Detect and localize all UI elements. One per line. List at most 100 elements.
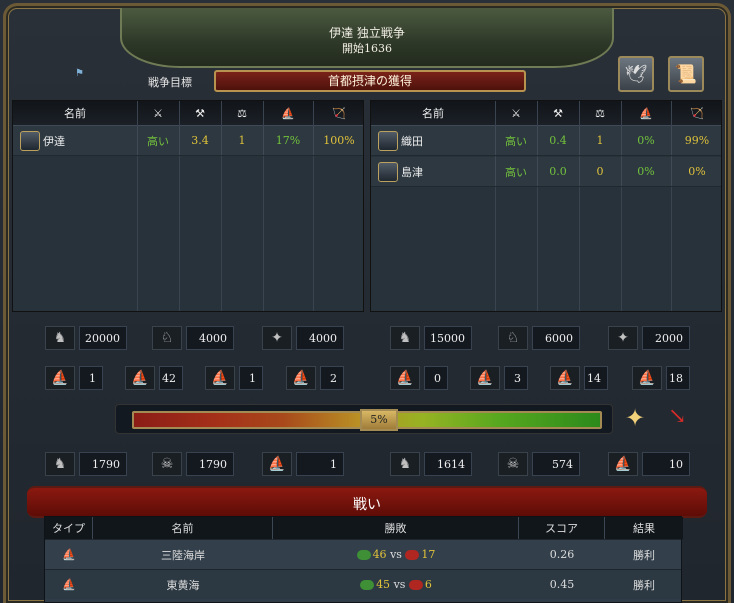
table-row[interactable]: 織田 高い 0.4 1 0% 99%	[371, 126, 721, 156]
war-score-bar-wrap: 5%	[115, 404, 613, 434]
header-score: スコア	[519, 517, 605, 539]
skull-icon: ☠	[152, 452, 182, 476]
table-row[interactable]: 島津 高い 0.0 0 0% 0%	[371, 157, 721, 187]
right-naval-losses: ⛵ 10	[608, 452, 690, 476]
header-morale: 🏹	[332, 106, 346, 120]
left-light-ship: ⛵ 42	[125, 366, 183, 390]
peace-button[interactable]: 🕊	[618, 56, 654, 92]
header-siege: ⚒	[553, 106, 563, 120]
soldier-icon: ♞	[390, 452, 420, 476]
red-arrow-icon[interactable]: ↘	[668, 404, 686, 429]
right-attrition-losses: ☠ 574	[498, 452, 580, 476]
scroll-button[interactable]: 📜	[668, 56, 704, 92]
header-balance: ⚖	[237, 106, 247, 120]
header-morale: 🏹	[690, 106, 704, 120]
war-title: 伊達 独立戦争	[329, 26, 405, 40]
right-light-ship: ⛵ 3	[470, 366, 528, 390]
swords-icon[interactable]: ✦	[625, 404, 645, 432]
stat-siege: 0.0	[549, 165, 567, 178]
left-galley: ⛵ 1	[205, 366, 263, 390]
left-infantry-stat: ♞ 20000	[45, 326, 127, 350]
stat-morale: 99%	[684, 134, 710, 147]
soldier-icon: ♞	[45, 452, 75, 476]
battles-title: 戦い	[353, 497, 381, 513]
battle-name: 東黄海	[166, 578, 200, 592]
stat-balance: 0	[596, 165, 604, 178]
transport-icon: ⛵	[286, 366, 316, 390]
battles-table: タイプ 名前 勝敗 スコア 結果 ⛵ 三陸海岸 46 vs 17 0.26 勝利…	[44, 516, 683, 603]
stat-morale: 0%	[688, 165, 706, 178]
battle-outcome: 45 vs 6	[273, 570, 519, 599]
header-name: 名前	[422, 107, 444, 120]
galley-icon: ⛵	[550, 366, 580, 390]
country-flag-icon	[20, 131, 40, 151]
war-goal[interactable]: 首都摂津の獲得	[214, 70, 526, 92]
battle-type-icon: ⛵	[62, 578, 76, 591]
header-name: 名前	[93, 517, 273, 539]
participant-name: 織田	[401, 134, 423, 148]
stat-navy: 0%	[637, 134, 655, 147]
left-naval-losses: ⛵ 1	[262, 452, 344, 476]
right-galley: ⛵ 14	[550, 366, 608, 390]
battle-outcome: 46 vs 17	[273, 540, 519, 569]
right-infantry-stat: ♞ 15000	[390, 326, 472, 350]
header-outcome: 勝敗	[273, 517, 519, 539]
right-transport: ⛵ 18	[632, 366, 690, 390]
header-siege: ⚒	[195, 106, 205, 120]
galley-icon: ⛵	[205, 366, 235, 390]
stat-combat: 高い	[147, 134, 169, 148]
table-row[interactable]: 伊達 高い 3.4 1 17% 100%	[13, 126, 363, 156]
stat-balance: 1	[238, 134, 246, 147]
header-combat: ⚔	[511, 106, 521, 120]
stat-siege: 0.4	[549, 134, 567, 147]
stat-navy: 0%	[637, 165, 655, 178]
battle-score: 0.45	[549, 578, 575, 591]
header-navy: ⛵	[281, 106, 295, 120]
header-type: タイプ	[45, 517, 93, 539]
battle-score: 0.26	[549, 548, 575, 561]
ship-icon: ⛵	[45, 366, 75, 390]
ship-icon: ⛵	[608, 452, 638, 476]
left-table-header: 名前 ⚔ ⚒ ⚖ ⛵ 🏹	[13, 101, 363, 126]
ship-icon: ⛵	[262, 452, 292, 476]
stat-morale: 100%	[323, 134, 355, 147]
war-start: 開始1636	[342, 42, 392, 55]
skull-icon: ☠	[498, 452, 528, 476]
table-row[interactable]: ⛵ 三陸海岸 46 vs 17 0.26 勝利	[45, 539, 681, 569]
ship-icon: ⛵	[125, 366, 155, 390]
participant-name: 伊達	[43, 134, 65, 148]
artillery-icon: ✦	[608, 326, 638, 350]
right-cavalry-stat: ♘ 6000	[498, 326, 580, 350]
left-heavy-ship: ⛵ 1	[45, 366, 103, 390]
table-row[interactable]: ⛵ 東黄海 45 vs 6 0.45 勝利	[45, 569, 681, 599]
infantry-icon: ♞	[390, 326, 420, 350]
participant-name: 島津	[401, 165, 423, 179]
battle-name: 三陸海岸	[161, 548, 205, 562]
ship-icon: ⛵	[390, 366, 420, 390]
war-goal-label: 戦争目標	[148, 76, 192, 89]
left-cavalry-stat: ♘ 4000	[152, 326, 234, 350]
header-combat: ⚔	[153, 106, 163, 120]
flag-icon[interactable]: ⚑	[75, 68, 84, 79]
right-land-losses: ♞ 1614	[390, 452, 472, 476]
stat-combat: 高い	[505, 165, 527, 179]
battle-result: 勝利	[633, 548, 655, 562]
stat-siege: 3.4	[191, 134, 209, 147]
header-balance: ⚖	[595, 106, 605, 120]
right-panel: 名前 ⚔ ⚒ ⚖ ⛵ 🏹 織田 高い 0.4 1 0% 99% 島津 高い 0.…	[370, 100, 722, 312]
left-land-losses: ♞ 1790	[45, 452, 127, 476]
stat-combat: 高い	[505, 134, 527, 148]
ship-icon: ⛵	[470, 366, 500, 390]
cavalry-icon: ♘	[498, 326, 528, 350]
battle-result: 勝利	[633, 578, 655, 592]
battle-type-icon: ⛵	[62, 548, 76, 561]
right-heavy-ship: ⛵ 0	[390, 366, 448, 390]
artillery-icon: ✦	[262, 326, 292, 350]
transport-icon: ⛵	[632, 366, 662, 390]
right-table-header: 名前 ⚔ ⚒ ⚖ ⛵ 🏹	[371, 101, 721, 126]
header-navy: ⛵	[639, 106, 653, 120]
left-transport: ⛵ 2	[286, 366, 344, 390]
cavalry-icon: ♘	[152, 326, 182, 350]
stat-navy: 17%	[275, 134, 301, 147]
right-artillery-stat: ✦ 2000	[608, 326, 690, 350]
